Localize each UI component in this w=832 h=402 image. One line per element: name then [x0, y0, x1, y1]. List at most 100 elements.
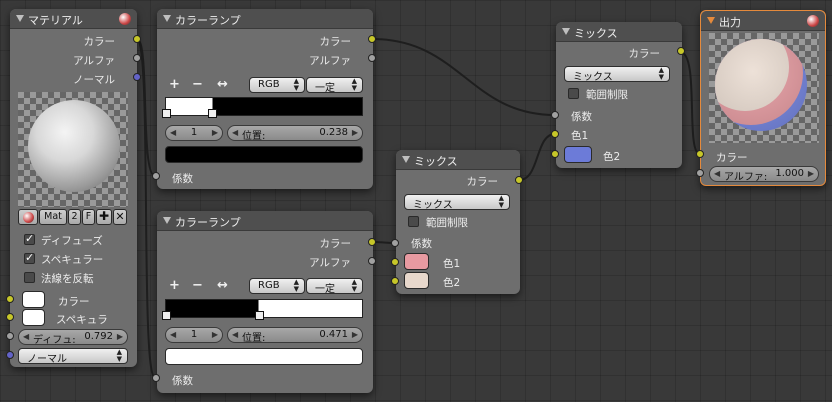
ramp-stop-0[interactable]	[162, 311, 171, 320]
output-alpha-label: アルファ	[73, 55, 115, 67]
remove-stop-button[interactable]: −	[192, 278, 203, 293]
material-normal-input-socket[interactable]	[6, 351, 14, 359]
color1-swatch[interactable]	[404, 253, 429, 270]
stop-index-field[interactable]: ◀ 1 ▶	[165, 327, 223, 343]
collapse-arrow-icon[interactable]	[707, 17, 715, 24]
material-users-count[interactable]: 2	[68, 209, 81, 225]
increment-arrow-icon[interactable]: ▶	[808, 169, 814, 178]
mixtop-color2-input-socket[interactable]	[551, 150, 559, 158]
color2-swatch[interactable]	[404, 272, 429, 289]
increment-arrow-icon[interactable]: ▶	[212, 330, 218, 339]
stop-position-field[interactable]: ◀ 位置: 0.471 ▶	[227, 327, 363, 344]
mix-top-header[interactable]: ミックス	[556, 22, 682, 42]
mixmid-fac-input-socket[interactable]	[391, 239, 399, 247]
specular-swatch[interactable]	[22, 309, 45, 326]
material-color-output-socket[interactable]	[133, 35, 141, 43]
color-ramp-node-1[interactable]: カラーランプ カラー アルファ + − ↔ RGB ▲ ▼ 一定 ▲ ▼ ◀ 1 ▶…	[157, 9, 373, 189]
output-node[interactable]: 出力 カラー ◀ アルファ: 1.000 ▶	[700, 10, 826, 186]
collapse-arrow-icon[interactable]	[562, 28, 570, 35]
material-alpha-output-socket[interactable]	[133, 54, 141, 62]
interpolation-dropdown[interactable]: 一定 ▲ ▼	[306, 77, 363, 94]
increment-arrow-icon[interactable]: ▶	[117, 332, 123, 341]
unlink-material-button[interactable]: ✕	[113, 209, 127, 225]
clamp-checkbox[interactable]	[568, 88, 579, 99]
stop-color-swatch[interactable]	[165, 348, 363, 365]
add-material-button[interactable]: ✚	[96, 209, 112, 225]
mixtop-color1-input-socket[interactable]	[551, 130, 559, 138]
decrement-arrow-icon[interactable]: ◀	[714, 169, 720, 178]
mixtop-fac-input-socket[interactable]	[551, 111, 559, 119]
output-color-input-socket[interactable]	[696, 150, 704, 158]
mix-node-middle[interactable]: ミックス カラー ミックス ▲ ▼ 範囲制限 係数 色1 色2	[396, 150, 520, 294]
collapse-arrow-icon[interactable]	[163, 217, 171, 224]
ramp-stop-1[interactable]	[208, 109, 217, 118]
material-name-field[interactable]: Mat	[39, 209, 67, 225]
collapse-arrow-icon[interactable]	[16, 15, 24, 22]
flip-ramp-button[interactable]: ↔	[217, 278, 228, 293]
material-node[interactable]: マテリアル カラー アルファ ノーマル Mat 2 F ✚ ✕ ディフューズ ス…	[10, 9, 137, 367]
add-stop-button[interactable]: +	[169, 278, 180, 293]
material-spec-input-socket[interactable]	[6, 313, 14, 321]
decrement-arrow-icon[interactable]: ◀	[232, 128, 238, 137]
diffuse-checkbox[interactable]	[24, 232, 35, 245]
blend-mode-dropdown[interactable]: ミックス ▲ ▼	[564, 66, 670, 83]
stop-position-field[interactable]: ◀ 位置: 0.238 ▶	[227, 125, 363, 142]
preview-toggle-icon[interactable]	[807, 15, 819, 27]
collapse-arrow-icon[interactable]	[163, 15, 171, 22]
blend-mode-dropdown[interactable]: ミックス ▲ ▼	[404, 194, 510, 211]
decrement-arrow-icon[interactable]: ◀	[232, 330, 238, 339]
preview-toggle-icon[interactable]	[119, 13, 131, 25]
collapse-arrow-icon[interactable]	[402, 156, 410, 163]
clamp-checkbox[interactable]	[408, 216, 419, 227]
normal-dropdown[interactable]: ノーマル ▲ ▼	[18, 348, 128, 365]
mix-middle-header[interactable]: ミックス	[396, 150, 520, 170]
alpha-field[interactable]: ◀ アルファ: 1.000 ▶	[709, 166, 819, 183]
normal-dropdown-label: ノーマル	[27, 354, 67, 365]
specular-label: スペキュラー	[41, 254, 104, 266]
ramp1-alpha-output-socket[interactable]	[368, 54, 376, 62]
output-normal-label: ノーマル	[73, 74, 115, 86]
material-normal-output-socket[interactable]	[133, 73, 141, 81]
specular-checkbox[interactable]	[24, 251, 35, 264]
color-mode-dropdown[interactable]: RGB ▲ ▼	[249, 77, 305, 93]
increment-arrow-icon[interactable]: ▶	[352, 330, 358, 339]
mixmid-color1-input-socket[interactable]	[391, 258, 399, 266]
color-ramp-1-header[interactable]: カラーランプ	[157, 9, 373, 29]
material-diffuse-input-socket[interactable]	[6, 332, 14, 340]
mixmid-color-output-socket[interactable]	[515, 176, 523, 184]
fake-user-button[interactable]: F	[82, 209, 95, 225]
color-ramp-2-header[interactable]: カラーランプ	[157, 211, 373, 231]
material-browse-button[interactable]	[18, 209, 38, 225]
mixmid-color2-input-socket[interactable]	[391, 277, 399, 285]
stop-index-field[interactable]: ◀ 1 ▶	[165, 125, 223, 141]
invert-normal-checkbox[interactable]	[24, 272, 35, 283]
mix-node-top[interactable]: ミックス カラー ミックス ▲ ▼ 範囲制限 係数 色1 色2	[556, 22, 682, 168]
color2-swatch[interactable]	[564, 146, 592, 163]
ramp-stop-1[interactable]	[255, 311, 264, 320]
ramp1-fac-input-socket[interactable]	[152, 172, 160, 180]
ramp2-alpha-output-socket[interactable]	[368, 257, 376, 265]
color-swatch[interactable]	[22, 291, 45, 308]
color-mode-dropdown[interactable]: RGB ▲ ▼	[249, 278, 305, 294]
ramp2-color-output-socket[interactable]	[368, 238, 376, 246]
flip-ramp-button[interactable]: ↔	[217, 77, 228, 92]
mixtop-color-output-socket[interactable]	[677, 47, 685, 55]
material-node-header[interactable]: マテリアル	[10, 9, 137, 29]
ramp1-color-output-socket[interactable]	[368, 35, 376, 43]
interpolation-dropdown[interactable]: 一定 ▲ ▼	[306, 278, 363, 295]
add-stop-button[interactable]: +	[169, 77, 180, 92]
output-header[interactable]: 出力	[701, 11, 825, 31]
output-alpha-input-socket[interactable]	[696, 169, 704, 177]
increment-arrow-icon[interactable]: ▶	[212, 128, 218, 137]
decrement-arrow-icon[interactable]: ◀	[23, 332, 29, 341]
material-color-input-socket[interactable]	[6, 295, 14, 303]
ramp2-fac-input-socket[interactable]	[152, 374, 160, 382]
color-ramp-node-2[interactable]: カラーランプ カラー アルファ + − ↔ RGB ▲ ▼ 一定 ▲ ▼ ◀ 1 ▶…	[157, 211, 373, 393]
stop-color-swatch[interactable]	[165, 146, 363, 163]
ramp-stop-0[interactable]	[162, 109, 171, 118]
color-ramp-bar[interactable]	[162, 97, 363, 118]
remove-stop-button[interactable]: −	[192, 77, 203, 92]
diffuse-intensity-field[interactable]: ◀ ディフュ: 0.792 ▶	[18, 329, 128, 346]
color-ramp-bar[interactable]	[162, 299, 363, 320]
increment-arrow-icon[interactable]: ▶	[352, 128, 358, 137]
